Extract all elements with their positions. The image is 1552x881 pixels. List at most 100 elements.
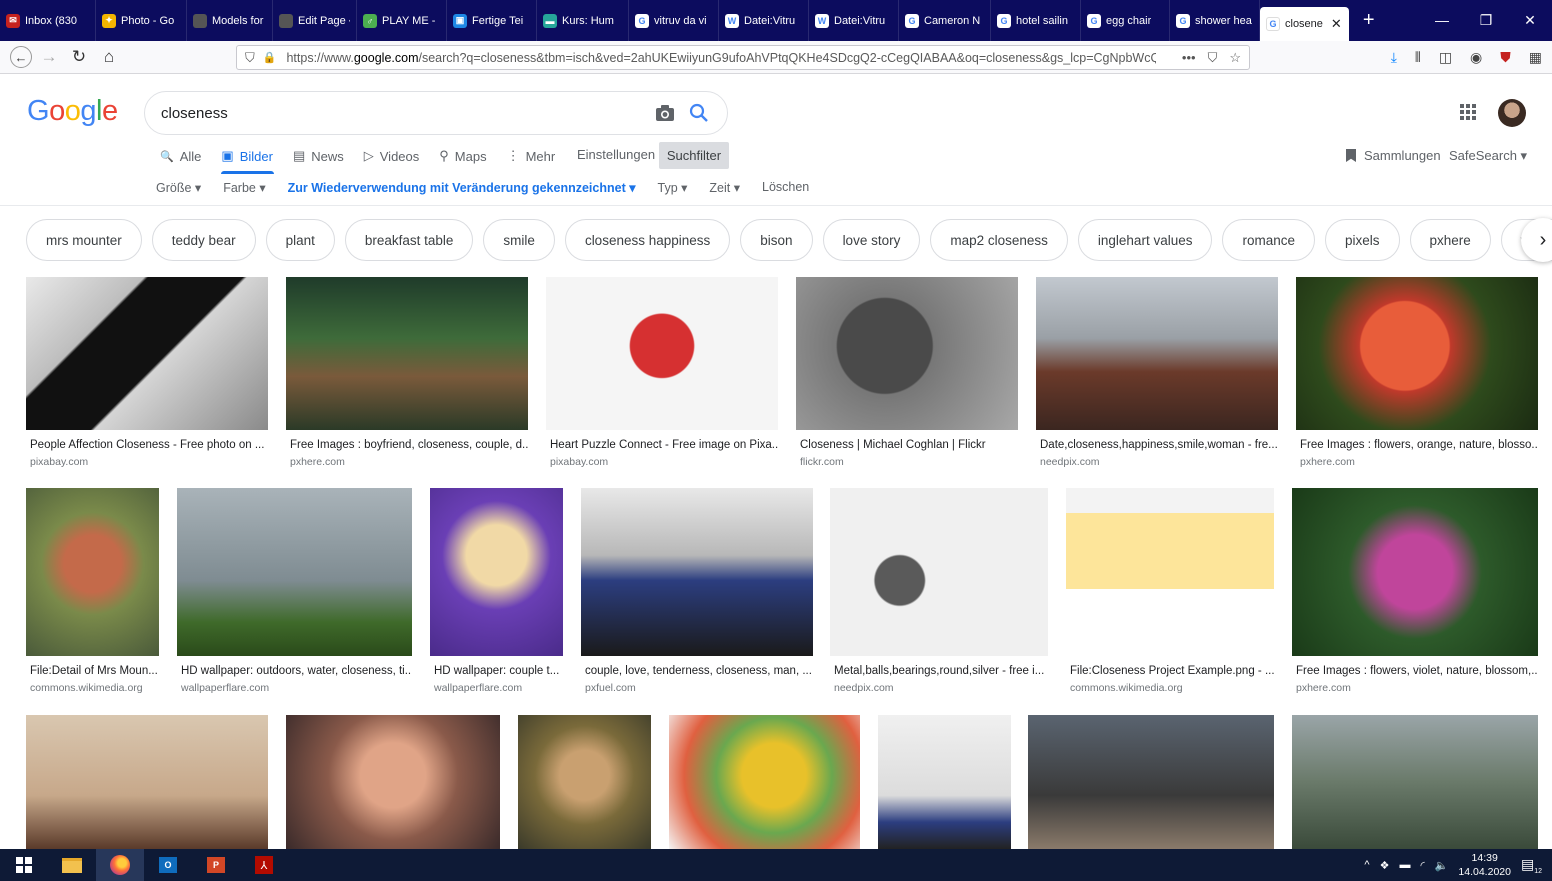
- avatar[interactable]: [1498, 99, 1526, 127]
- page-actions-icon[interactable]: •••: [1182, 50, 1196, 66]
- url-text[interactable]: https://www.google.com/search?q=closenes…: [286, 51, 1156, 65]
- dropbox-icon[interactable]: ❖: [1380, 859, 1390, 872]
- tab-3[interactable]: Edit Page ‹ HC: [273, 0, 357, 41]
- related-chip[interactable]: love story: [822, 219, 921, 261]
- related-chip[interactable]: plant: [265, 219, 335, 261]
- tab-bilder[interactable]: ▣ Bilder: [221, 148, 273, 164]
- filter-clear[interactable]: Löschen: [762, 180, 809, 195]
- result-title[interactable]: Date,closeness,happiness,smile,woman - f…: [1040, 439, 1278, 451]
- related-chip[interactable]: bison: [740, 219, 813, 261]
- image-result[interactable]: couple, love, tenderness, closeness, man…: [581, 488, 813, 694]
- result-title[interactable]: Free Images : boyfriend, closeness, coup…: [290, 439, 528, 451]
- result-title[interactable]: Free Images : flowers, orange, nature, b…: [1300, 439, 1538, 451]
- tab-4[interactable]: ♂ PLAY ME -: [357, 0, 447, 41]
- image-result[interactable]: [669, 715, 860, 849]
- pocket-icon[interactable]: ⛉: [1208, 50, 1218, 66]
- search-icon[interactable]: [689, 103, 709, 123]
- ublock-icon[interactable]: ⛊: [1500, 49, 1511, 66]
- minimize-button[interactable]: —: [1420, 12, 1464, 29]
- result-thumbnail[interactable]: [1028, 715, 1274, 849]
- camera-icon[interactable]: [655, 104, 675, 122]
- url-bar[interactable]: ⛉ 🔒 https://www.google.com/search?q=clos…: [236, 45, 1250, 70]
- tab-news[interactable]: ▤ News: [293, 148, 344, 164]
- collections-link[interactable]: Sammlungen: [1346, 148, 1441, 163]
- result-title[interactable]: couple, love, tenderness, closeness, man…: [585, 665, 813, 677]
- result-title[interactable]: Free Images : flowers, violet, nature, b…: [1296, 665, 1538, 677]
- image-result[interactable]: Free Images : flowers, orange, nature, b…: [1296, 277, 1538, 468]
- new-tab-button[interactable]: +: [1349, 9, 1389, 32]
- tab-10[interactable]: G Cameron N: [899, 0, 991, 41]
- image-result[interactable]: File:Detail of Mrs Moun... commons.wikime…: [26, 488, 159, 694]
- filter-usage-rights[interactable]: Zur Wiederverwendung mit Veränderung gek…: [288, 180, 636, 195]
- result-thumbnail[interactable]: [878, 715, 1011, 849]
- image-result[interactable]: People Affection Closeness - Free photo …: [26, 277, 268, 468]
- network-icon[interactable]: ◜: [1420, 859, 1424, 872]
- download-icon[interactable]: ⤓: [1391, 49, 1397, 66]
- related-chip[interactable]: breakfast table: [344, 219, 474, 261]
- tab-1[interactable]: ✦ Photo - Go: [96, 0, 187, 41]
- result-thumbnail[interactable]: [430, 488, 563, 656]
- tab-13[interactable]: Gshower hea: [1170, 0, 1260, 41]
- lock-icon[interactable]: 🔒: [263, 51, 277, 64]
- acrobat-icon[interactable]: ⅄: [240, 849, 288, 881]
- result-thumbnail[interactable]: [26, 277, 268, 430]
- result-title[interactable]: Heart Puzzle Connect - Free image on Pix…: [550, 439, 778, 451]
- image-result[interactable]: Date,closeness,happiness,smile,woman - f…: [1036, 277, 1278, 468]
- result-title[interactable]: File:Detail of Mrs Moun...: [30, 665, 159, 677]
- image-result[interactable]: [1292, 715, 1538, 849]
- bookmark-star-icon[interactable]: ☆: [1229, 50, 1241, 66]
- safesearch-dropdown[interactable]: SafeSearch ▾: [1449, 148, 1527, 164]
- result-thumbnail[interactable]: [546, 277, 778, 430]
- tab-9[interactable]: W Datei:Vitru: [809, 0, 899, 41]
- result-thumbnail[interactable]: [669, 715, 860, 849]
- related-chip[interactable]: smile: [483, 219, 555, 261]
- image-result[interactable]: [518, 715, 651, 849]
- image-result[interactable]: Closeness | Michael Coghlan | Flickr flic…: [796, 277, 1018, 468]
- related-chip[interactable]: pixels: [1325, 219, 1400, 261]
- result-thumbnail[interactable]: [830, 488, 1048, 656]
- settings-link[interactable]: Einstellungen: [577, 147, 655, 162]
- file-explorer-icon[interactable]: [48, 849, 96, 881]
- result-thumbnail[interactable]: [26, 715, 268, 849]
- tab-5[interactable]: ▣ Fertige Tei: [447, 0, 537, 41]
- result-thumbnail[interactable]: [1296, 277, 1538, 430]
- tab-8[interactable]: W Datei:Vitru: [719, 0, 809, 41]
- related-chip[interactable]: inglehart values: [1077, 219, 1213, 261]
- powerpoint-icon[interactable]: P: [192, 849, 240, 881]
- tab-7[interactable]: Gvitruv da vi: [629, 0, 719, 41]
- related-chip[interactable]: map2 closeness: [930, 219, 1068, 261]
- search-input[interactable]: [161, 104, 631, 122]
- restore-button[interactable]: ❐: [1464, 12, 1508, 29]
- tab-mehr[interactable]: ⋮ Mehr: [507, 148, 556, 164]
- filter-color[interactable]: Farbe ▾: [223, 180, 265, 195]
- tab-videos[interactable]: ▷ Videos: [364, 148, 420, 164]
- result-thumbnail[interactable]: [518, 715, 651, 849]
- related-chip[interactable]: romance: [1222, 219, 1315, 261]
- filter-time[interactable]: Zeit ▾: [709, 180, 740, 195]
- result-thumbnail[interactable]: [286, 277, 528, 430]
- tab-12[interactable]: Gegg chair: [1081, 0, 1170, 41]
- battery-icon[interactable]: ▬: [1399, 859, 1410, 871]
- image-result[interactable]: [878, 715, 1011, 849]
- tracking-shield-icon[interactable]: ⛉: [245, 50, 255, 66]
- home-button[interactable]: ⌂: [96, 44, 122, 70]
- library-icon[interactable]: ⫴: [1415, 49, 1421, 66]
- related-chip[interactable]: teddy bear: [151, 219, 256, 261]
- image-result[interactable]: File:Closeness Project Example.png - ...…: [1066, 488, 1274, 694]
- extension-icon[interactable]: ▦: [1529, 49, 1542, 66]
- image-result[interactable]: Metal,balls,bearings,round,silver - free…: [830, 488, 1048, 694]
- image-result[interactable]: HD wallpaper: outdoors, water, closeness…: [177, 488, 412, 694]
- result-thumbnail[interactable]: [581, 488, 813, 656]
- forward-button[interactable]: →: [36, 44, 62, 70]
- notification-icon[interactable]: ▤12: [1521, 856, 1542, 875]
- related-chip[interactable]: mrs mounter: [26, 219, 142, 261]
- result-thumbnail[interactable]: [1066, 488, 1274, 656]
- filter-type[interactable]: Typ ▾: [658, 180, 688, 195]
- tab-maps[interactable]: ⚲ Maps: [439, 148, 486, 164]
- apps-grid-icon[interactable]: [1459, 103, 1477, 121]
- image-result[interactable]: HD wallpaper: couple t... wallpaperflare.…: [430, 488, 563, 694]
- outlook-icon[interactable]: O: [144, 849, 192, 881]
- clock[interactable]: 14:39 14.04.2020: [1458, 851, 1511, 879]
- sidebar-icon[interactable]: ◫: [1439, 49, 1452, 66]
- reload-button[interactable]: ↻: [66, 44, 92, 70]
